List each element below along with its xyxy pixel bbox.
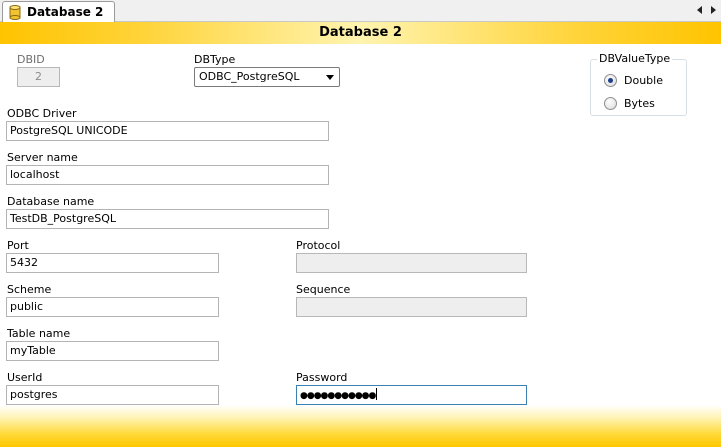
database-name-input[interactable]: TestDB_PostgreSQL [6, 209, 329, 229]
footer-bar [0, 405, 721, 447]
protocol-input [296, 253, 527, 273]
radio-button[interactable] [604, 97, 617, 110]
dbid-label: DBID [17, 53, 45, 66]
scheme-input[interactable]: public [6, 297, 219, 317]
radio-dot [608, 78, 613, 83]
page-title: Database 2 [319, 25, 402, 40]
radio-double[interactable]: Double [604, 74, 674, 88]
scroll-right-icon[interactable] [711, 6, 716, 14]
chevron-down-icon [326, 75, 334, 80]
dbtype-label: DBType [194, 53, 236, 66]
server-name-label: Server name [7, 151, 78, 164]
scheme-label: Scheme [7, 283, 52, 296]
dbtype-select[interactable]: ODBC_PostgreSQL [194, 67, 340, 87]
database-icon [9, 5, 21, 20]
dbtype-value: ODBC_PostgreSQL [199, 70, 300, 83]
password-label: Password [296, 371, 348, 384]
sequence-label: Sequence [296, 283, 351, 296]
port-input[interactable]: 5432 [6, 253, 219, 273]
text-caret [376, 388, 378, 400]
dbid-field: 2 [17, 67, 60, 87]
dbvaluetype-label: DBValueType [597, 52, 673, 65]
tab-label: Database 2 [27, 5, 104, 19]
password-input[interactable]: ●●●●●●●●●●● [296, 385, 527, 405]
scroll-left-icon[interactable] [697, 6, 702, 14]
tab-strip: Database 2 [0, 0, 721, 22]
radio-button-selected[interactable] [604, 74, 617, 87]
password-mask: ●●●●●●●●●●● [300, 391, 376, 401]
table-name-label: Table name [7, 327, 71, 340]
odbc-driver-input[interactable]: PostgreSQL UNICODE [6, 121, 329, 141]
radio-bytes[interactable]: Bytes [604, 97, 674, 111]
radio-bytes-label: Bytes [624, 97, 655, 110]
radio-double-label: Double [624, 74, 663, 87]
header-bar: Database 2 [0, 22, 721, 44]
userid-input[interactable]: postgres [6, 385, 219, 405]
odbc-driver-label: ODBC Driver [7, 107, 77, 120]
table-name-input[interactable]: myTable [6, 341, 219, 361]
protocol-label: Protocol [296, 239, 341, 252]
port-label: Port [7, 239, 29, 252]
userid-label: UserId [7, 371, 43, 384]
sequence-input [296, 297, 527, 317]
server-name-input[interactable]: localhost [6, 165, 329, 185]
tab-database-2[interactable]: Database 2 [2, 1, 115, 22]
database-name-label: Database name [7, 195, 95, 208]
